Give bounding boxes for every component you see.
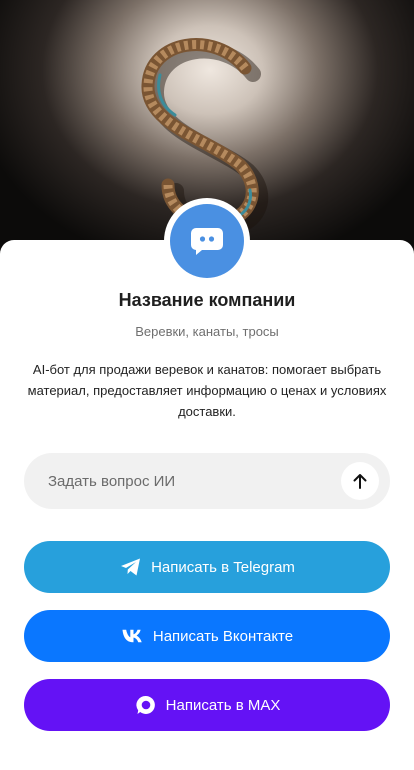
page: Название компании Веревки, канаты, тросы… <box>0 0 414 770</box>
company-tagline: Веревки, канаты, тросы <box>135 324 279 339</box>
max-button-label: Написать в MAX <box>165 696 281 714</box>
avatar <box>164 198 250 284</box>
max-button[interactable]: Написать в MAX <box>24 679 390 731</box>
max-icon <box>134 693 158 717</box>
vk-button[interactable]: Написать Вконтакте <box>24 610 390 662</box>
telegram-button[interactable]: Написать в Telegram <box>24 541 390 593</box>
chat-bot-icon <box>170 204 244 278</box>
ask-ai-field <box>24 453 390 509</box>
ask-ai-input[interactable] <box>48 453 348 509</box>
vk-icon <box>121 624 145 648</box>
telegram-icon <box>119 555 143 579</box>
company-name: Название компании <box>118 290 296 310</box>
arrow-up-icon <box>353 474 367 489</box>
company-description: AI-бот для продажи веревок и канатов: по… <box>27 362 387 419</box>
vk-button-label: Написать Вконтакте <box>152 627 294 645</box>
telegram-button-label: Написать в Telegram <box>151 558 295 576</box>
send-button[interactable] <box>341 462 379 500</box>
